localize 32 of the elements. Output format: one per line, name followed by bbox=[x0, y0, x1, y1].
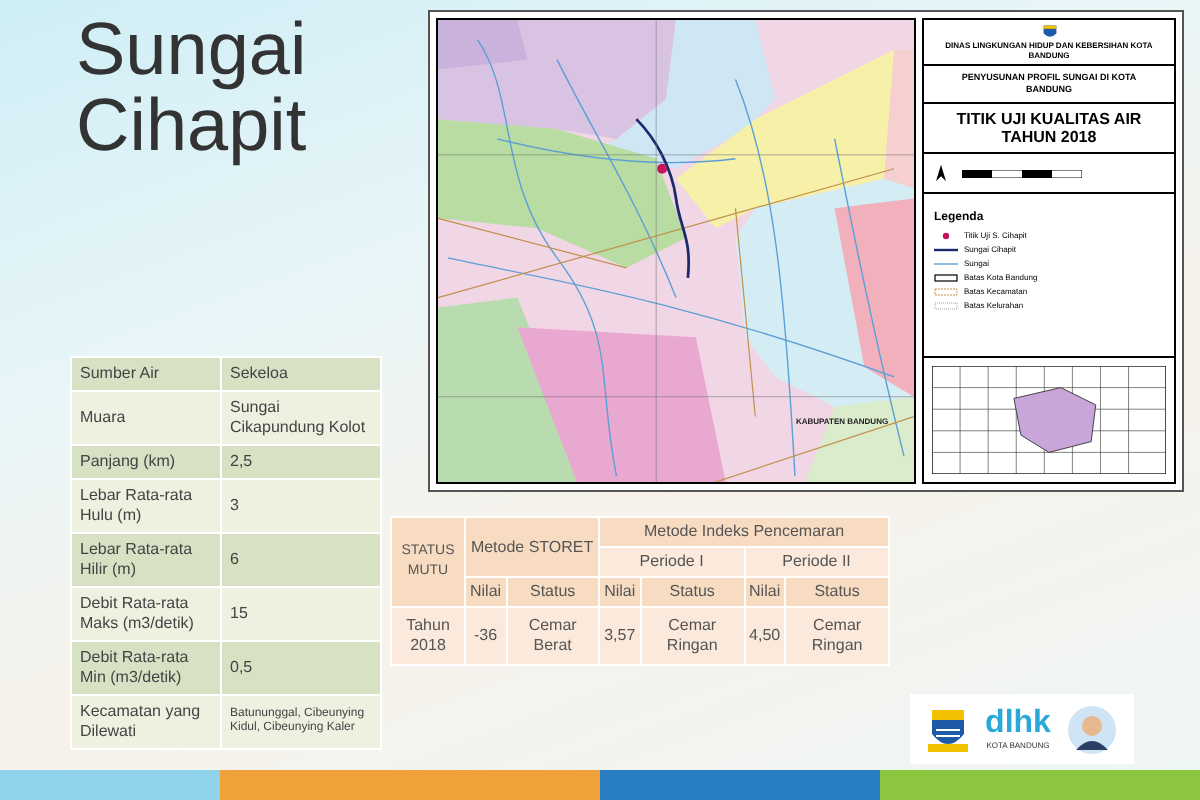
map-title: TITIK UJI KUALITAS AIR TAHUN 2018 bbox=[924, 104, 1174, 154]
row-label: Debit Rata-rata Min (m3/detik) bbox=[71, 641, 221, 695]
row-label: Lebar Rata-rata Hulu (m) bbox=[71, 479, 221, 533]
row-label: Lebar Rata-rata Hilir (m) bbox=[71, 533, 221, 587]
row-label: Debit Rata-rata Maks (m3/detik) bbox=[71, 587, 221, 641]
row-value: Sekeloa bbox=[221, 357, 381, 391]
agency-logo: dlhk bbox=[985, 708, 1051, 740]
table-cell: 3,57 bbox=[599, 607, 641, 665]
row-value: Sungai Cikapundung Kolot bbox=[221, 391, 381, 445]
row-label: Panjang (km) bbox=[71, 445, 221, 479]
row-label: Muara bbox=[71, 391, 221, 445]
column-header: Periode I bbox=[599, 547, 745, 577]
table-cell: Cemar Ringan bbox=[785, 607, 889, 665]
row-label: Sumber Air bbox=[71, 357, 221, 391]
column-header: Metode Indeks Pencemaran bbox=[599, 517, 889, 547]
row-label: Kecamatan yang Dilewati bbox=[71, 695, 221, 749]
table-cell: Cemar Berat bbox=[506, 607, 600, 665]
row-value: 6 bbox=[221, 533, 381, 587]
column-header: Metode STORET bbox=[465, 517, 600, 577]
row-value: 15 bbox=[221, 587, 381, 641]
column-header: Periode II bbox=[744, 547, 889, 577]
column-header: Status bbox=[785, 577, 889, 607]
row-label: Tahun 2018 bbox=[391, 607, 465, 665]
row-value: 3 bbox=[221, 479, 381, 533]
table-cell: -36 bbox=[465, 607, 507, 665]
column-header: Status bbox=[506, 577, 600, 607]
column-header: Status bbox=[640, 577, 745, 607]
table-cell: 4,50 bbox=[744, 607, 786, 665]
slide-title: Sungai Cihapit bbox=[76, 12, 309, 164]
row-value: 0,5 bbox=[221, 641, 381, 695]
row-value: 2,5 bbox=[221, 445, 381, 479]
table-cell: Cemar Ringan bbox=[640, 607, 745, 665]
